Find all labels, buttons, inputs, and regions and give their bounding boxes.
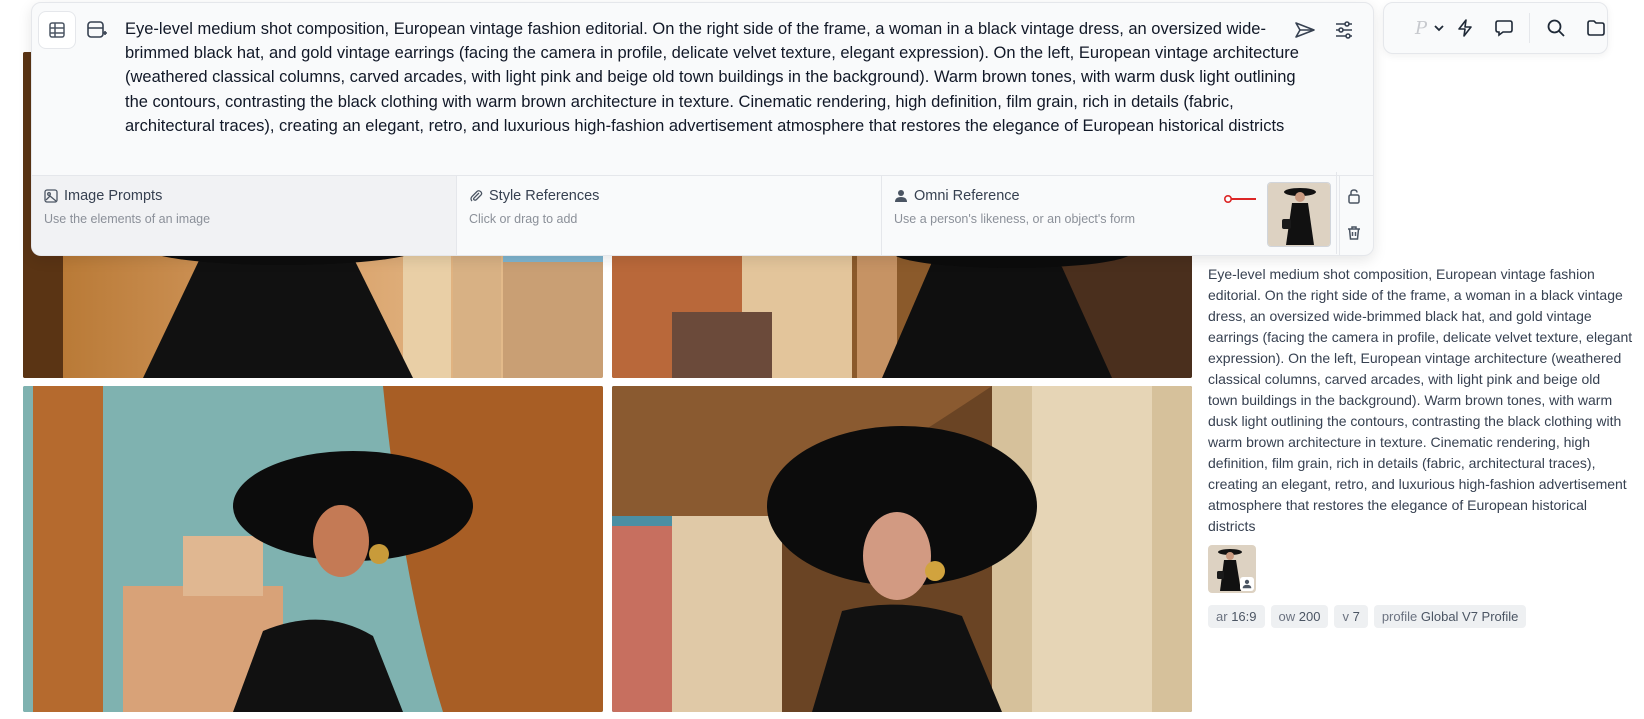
omni-badge [1240,577,1254,591]
grid-icon [49,22,65,38]
chat-icon [1495,20,1513,37]
chat-button[interactable] [1487,11,1521,45]
sliders-icon [1336,21,1352,39]
image-prompts-title-row: Image Prompts [44,188,444,204]
person-icon [1242,579,1252,589]
prompt-panel: Eye-level medium shot composition, Europ… [31,2,1374,256]
style-references-title-row: Style References [469,188,869,204]
send-icon [1295,22,1315,38]
image-prompts-subtitle: Use the elements of an image [44,212,211,226]
omni-reference-title-row: Omni Reference [894,188,1327,204]
style-references-slot[interactable]: Style References Click or drag to add [457,176,882,255]
chevron-down-icon [1434,25,1444,32]
job-reference-thumbnail[interactable] [1208,545,1256,593]
param-key: v [1342,609,1349,624]
param-value: 16:9 [1231,609,1257,624]
image-prompts-title: Image Prompts [64,188,163,204]
param-chip-ar[interactable]: ar 16:9 [1208,605,1265,628]
style-references-subtitle: Click or drag to add [469,212,578,226]
folder-icon [1587,20,1605,36]
top-toolbar: P [1383,2,1608,54]
omni-weight-slider[interactable] [1224,193,1256,205]
omni-reference-thumbnail[interactable] [1267,182,1331,247]
speed-button[interactable] [1448,11,1482,45]
generated-image-4[interactable] [612,386,1192,712]
grid-view-button[interactable] [38,11,76,49]
send-button[interactable] [1286,11,1324,49]
param-value: 200 [1298,609,1321,624]
trash-icon [1348,226,1360,240]
parameter-chips: ar 16:9 ow 200 v 7 profile Global V7 Pro… [1208,605,1527,628]
param-value: 7 [1352,609,1360,624]
app-stage: Eye-level medium shot composition, Europ… [0,0,1644,719]
unlock-button[interactable] [1342,184,1366,208]
param-chip-v[interactable]: v 7 [1334,605,1368,628]
folder-button[interactable] [1579,11,1613,45]
add-image-icon [87,21,107,38]
image-prompts-slot[interactable]: Image Prompts Use the elements of an ima… [32,176,457,255]
param-key: profile [1381,609,1418,624]
reference-divider [1336,172,1337,254]
lightning-icon [1458,19,1472,37]
paperclip-icon [470,190,483,202]
search-icon [1547,19,1565,37]
style-references-title: Style References [489,188,600,204]
omni-reference-subtitle: Use a person's likeness, or an object's … [894,212,1135,226]
reference-row: Image Prompts Use the elements of an ima… [32,175,1373,255]
search-button[interactable] [1539,11,1573,45]
person-icon [895,190,907,202]
param-chip-ow[interactable]: ow 200 [1270,605,1329,628]
unlock-icon [1348,189,1360,204]
generated-image-3[interactable] [23,386,603,712]
prompt-input[interactable]: Eye-level medium shot composition, Europ… [125,17,1315,138]
delete-button[interactable] [1342,221,1366,245]
job-prompt-text: Eye-level medium shot composition, Europ… [1208,266,1633,534]
param-chip-profile[interactable]: profile Global V7 Profile [1373,605,1527,628]
param-value: Global V7 Profile [1420,609,1519,624]
image-icon [44,189,58,203]
param-key: ar [1216,609,1228,624]
param-key: ow [1278,609,1296,624]
add-image-button[interactable] [78,11,116,49]
settings-button[interactable] [1325,11,1363,49]
toolbar-divider [1529,13,1530,43]
omni-reference-title: Omni Reference [914,188,1020,204]
